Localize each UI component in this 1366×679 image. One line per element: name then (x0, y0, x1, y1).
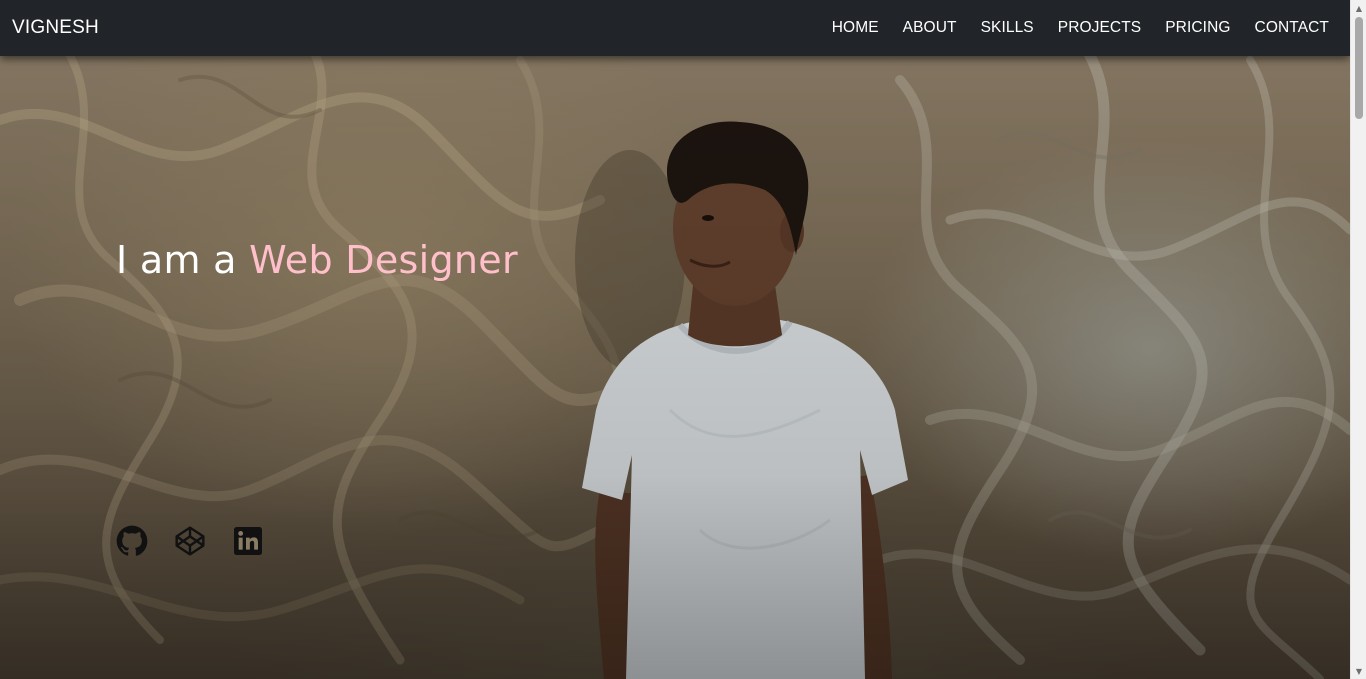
nav-link-about[interactable]: ABOUT (903, 19, 957, 36)
linkedin-link[interactable] (232, 525, 264, 557)
brand-logo-link[interactable]: VIGNESH (12, 17, 99, 39)
codepen-link[interactable] (174, 525, 206, 557)
hero-section (0, 0, 1350, 679)
nav-item-pricing: PRICING (1165, 19, 1230, 37)
nav-item-projects: PROJECTS (1058, 19, 1141, 37)
scroll-thumb[interactable] (1355, 17, 1363, 119)
nav-item-skills: SKILLS (981, 19, 1034, 37)
nav-link-home[interactable]: HOME (832, 19, 879, 36)
linkedin-icon (234, 527, 262, 555)
github-icon (116, 525, 148, 556)
codepen-icon (175, 526, 205, 556)
nav-link-pricing[interactable]: PRICING (1165, 19, 1230, 36)
nav-link-skills[interactable]: SKILLS (981, 19, 1034, 36)
scroll-up-arrow[interactable]: ▲ (1351, 0, 1366, 16)
top-navbar: VIGNESH HOME ABOUT SKILLS PROJECTS PRICI… (0, 0, 1350, 56)
social-links (116, 525, 264, 557)
nav-link-contact[interactable]: CONTACT (1255, 19, 1329, 36)
nav-links: HOME ABOUT SKILLS PROJECTS PRICING CONTA… (832, 19, 1329, 37)
github-link[interactable] (116, 525, 148, 557)
headline-role: Web Designer (249, 238, 518, 282)
scroll-down-arrow[interactable]: ▼ (1351, 663, 1366, 679)
nav-item-contact: CONTACT (1255, 19, 1329, 37)
nav-item-about: ABOUT (903, 19, 957, 37)
page-scrollbar[interactable]: ▲ ▼ (1350, 0, 1366, 679)
page: VIGNESH HOME ABOUT SKILLS PROJECTS PRICI… (0, 0, 1366, 679)
hero-headline: I am a Web Designer (116, 238, 518, 282)
nav-link-projects[interactable]: PROJECTS (1058, 19, 1141, 36)
nav-item-home: HOME (832, 19, 879, 37)
hero-overlay (0, 0, 1350, 679)
headline-prefix: I am a (116, 238, 250, 282)
